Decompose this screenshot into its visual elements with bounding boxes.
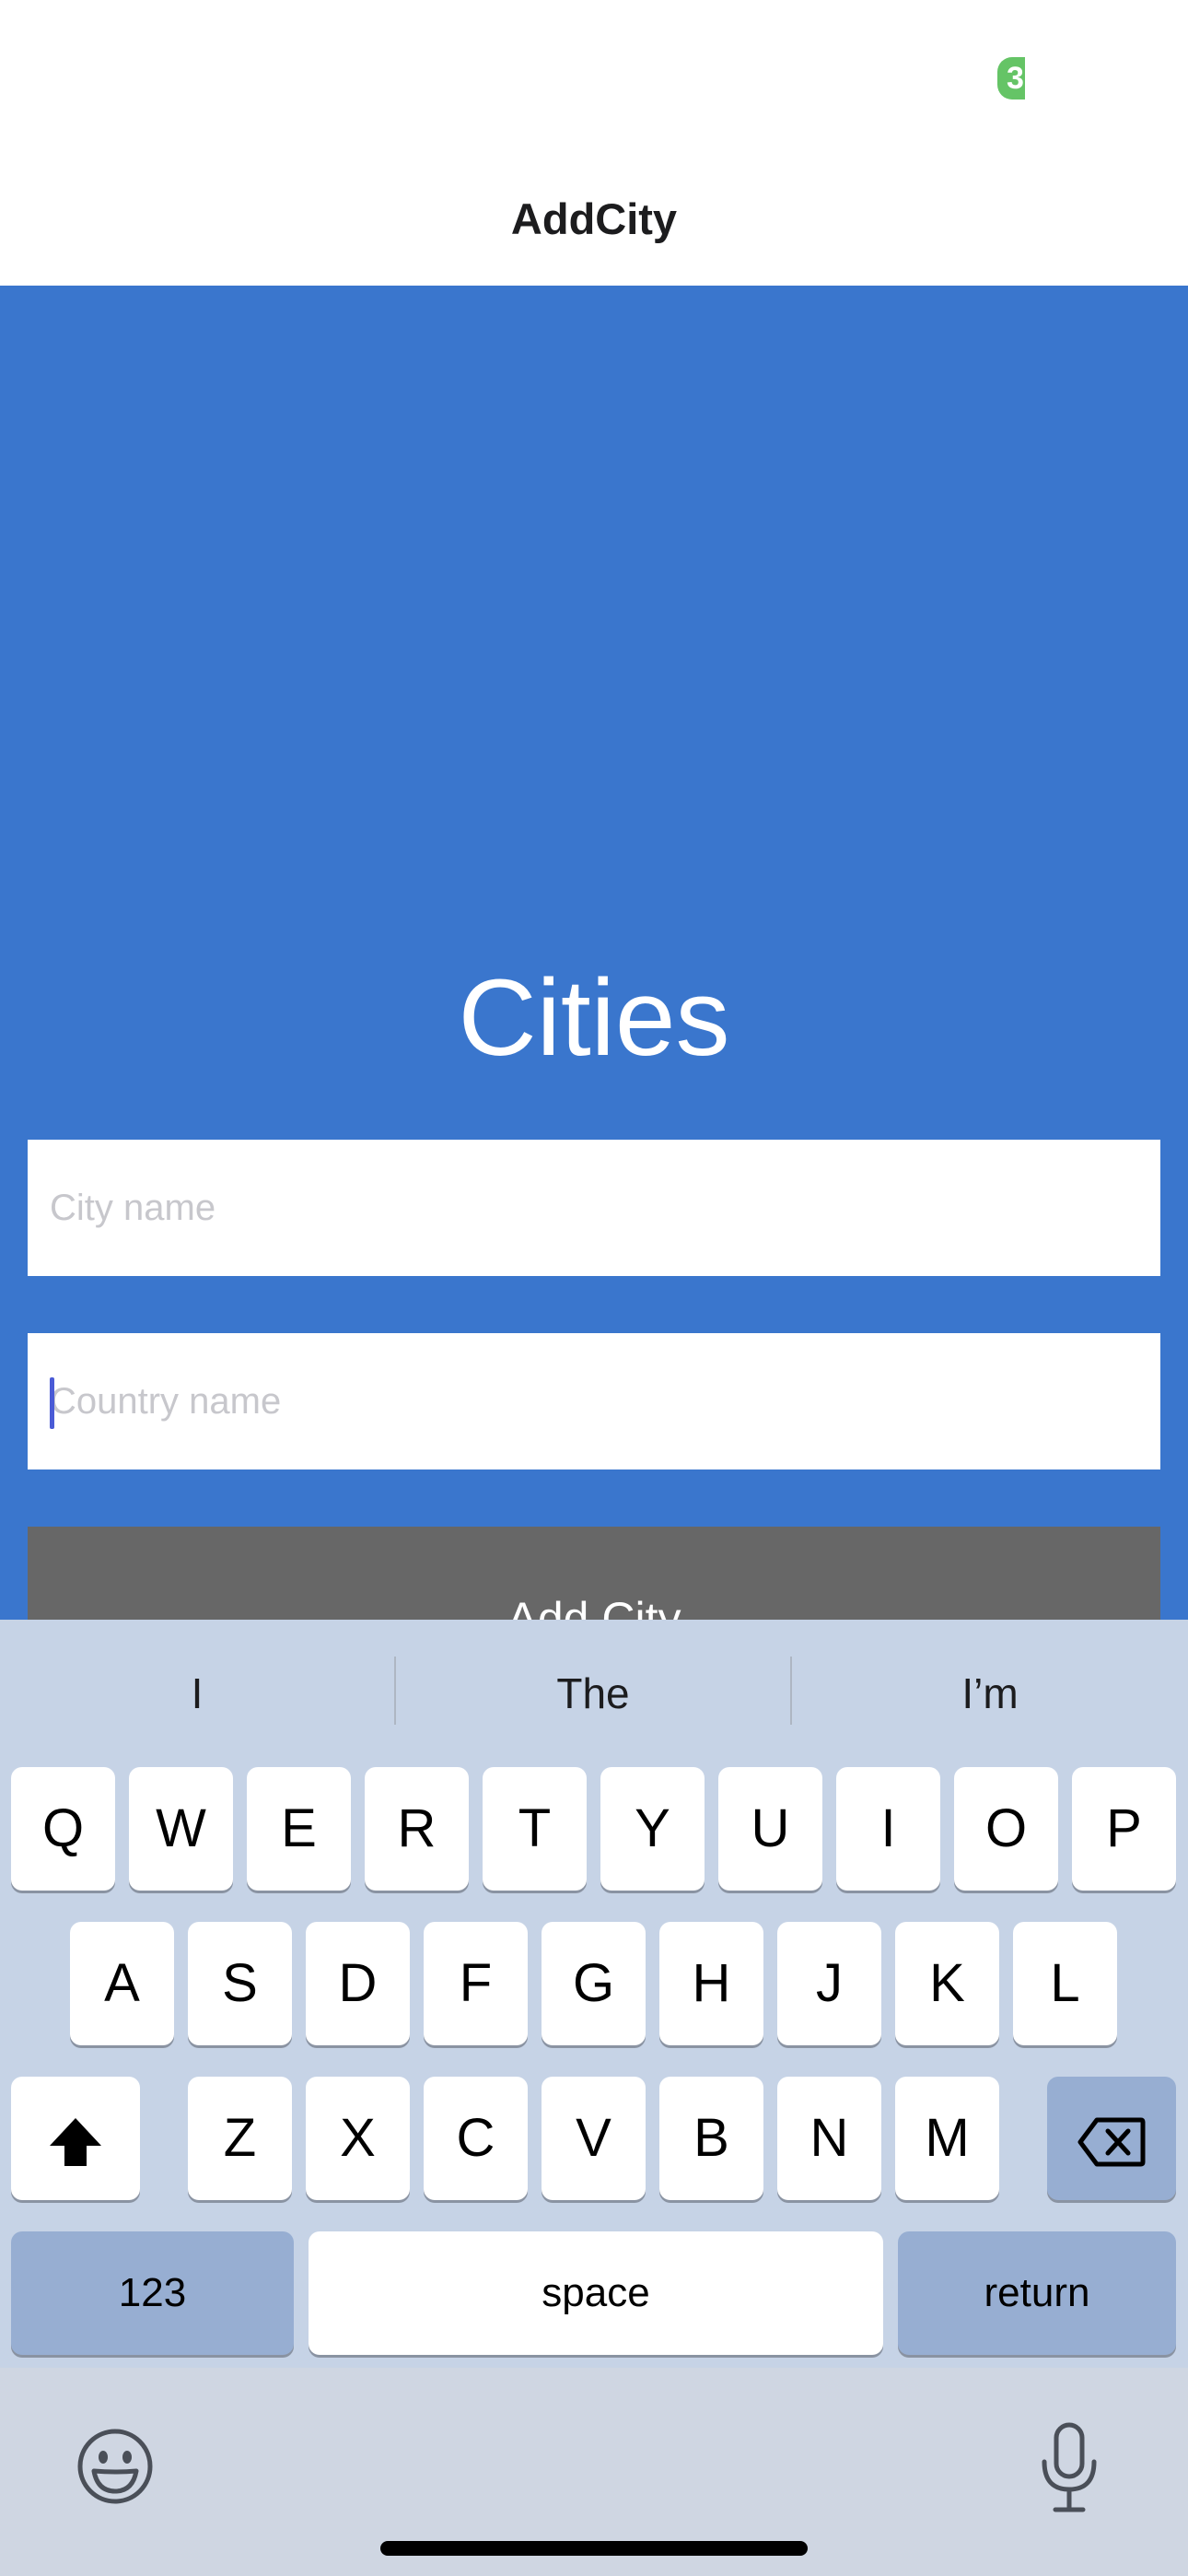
key-i[interactable]: I [836, 1767, 940, 1891]
navigation-bar: AddCity [0, 138, 1188, 286]
suggestion-bar: I The I’m [0, 1620, 1188, 1767]
key-o[interactable]: O [954, 1767, 1058, 1891]
city-name-input[interactable] [28, 1140, 1160, 1276]
backspace-icon [1077, 2117, 1146, 2167]
status-indicator: 3 [997, 57, 1025, 100]
key-v[interactable]: V [542, 2077, 646, 2200]
delete-key[interactable] [1047, 2077, 1176, 2200]
suggestion-item[interactable]: The [396, 1620, 790, 1767]
key-q[interactable]: Q [11, 1767, 115, 1891]
key-s[interactable]: S [188, 1922, 292, 2045]
emoji-icon[interactable] [76, 2427, 155, 2506]
key-z[interactable]: Z [188, 2077, 292, 2200]
status-bar: 3 [0, 0, 1188, 138]
suggestion-item[interactable]: I’m [792, 1620, 1188, 1767]
key-k[interactable]: K [895, 1922, 999, 2045]
space-key[interactable]: space [309, 2231, 883, 2355]
text-cursor [50, 1377, 54, 1429]
numbers-key[interactable]: 123 [11, 2231, 294, 2355]
country-name-field[interactable] [28, 1333, 1160, 1469]
key-b[interactable]: B [659, 2077, 763, 2200]
key-h[interactable]: H [659, 1922, 763, 2045]
key-f[interactable]: F [424, 1922, 528, 2045]
key-d[interactable]: D [306, 1922, 410, 2045]
key-l[interactable]: L [1013, 1922, 1117, 2045]
key-x[interactable]: X [306, 2077, 410, 2200]
key-u[interactable]: U [718, 1767, 822, 1891]
status-indicator-label: 3 [997, 57, 1025, 100]
return-key[interactable]: return [898, 2231, 1176, 2355]
city-name-field[interactable] [28, 1140, 1160, 1276]
key-w[interactable]: W [129, 1767, 233, 1891]
key-m[interactable]: M [895, 2077, 999, 2200]
add-city-screen: 3 AddCity Cities Add City I The I’m Q W … [0, 0, 1188, 2576]
shift-key[interactable] [11, 2077, 140, 2200]
nav-title: AddCity [510, 194, 678, 243]
key-e[interactable]: E [247, 1767, 351, 1891]
page-heading: Cities [458, 957, 730, 1079]
key-t[interactable]: T [483, 1767, 587, 1891]
shift-icon [50, 2117, 101, 2166]
key-n[interactable]: N [777, 2077, 881, 2200]
key-c[interactable]: C [424, 2077, 528, 2200]
key-p[interactable]: P [1072, 1767, 1176, 1891]
key-g[interactable]: G [542, 1922, 646, 2045]
country-name-input[interactable] [28, 1333, 1160, 1469]
key-r[interactable]: R [365, 1767, 469, 1891]
home-indicator[interactable] [380, 2541, 808, 2556]
suggestion-item[interactable]: I [0, 1620, 394, 1767]
key-y[interactable]: Y [600, 1767, 705, 1891]
microphone-icon[interactable] [1039, 2421, 1100, 2513]
key-a[interactable]: A [70, 1922, 174, 2045]
key-j[interactable]: J [777, 1922, 881, 2045]
